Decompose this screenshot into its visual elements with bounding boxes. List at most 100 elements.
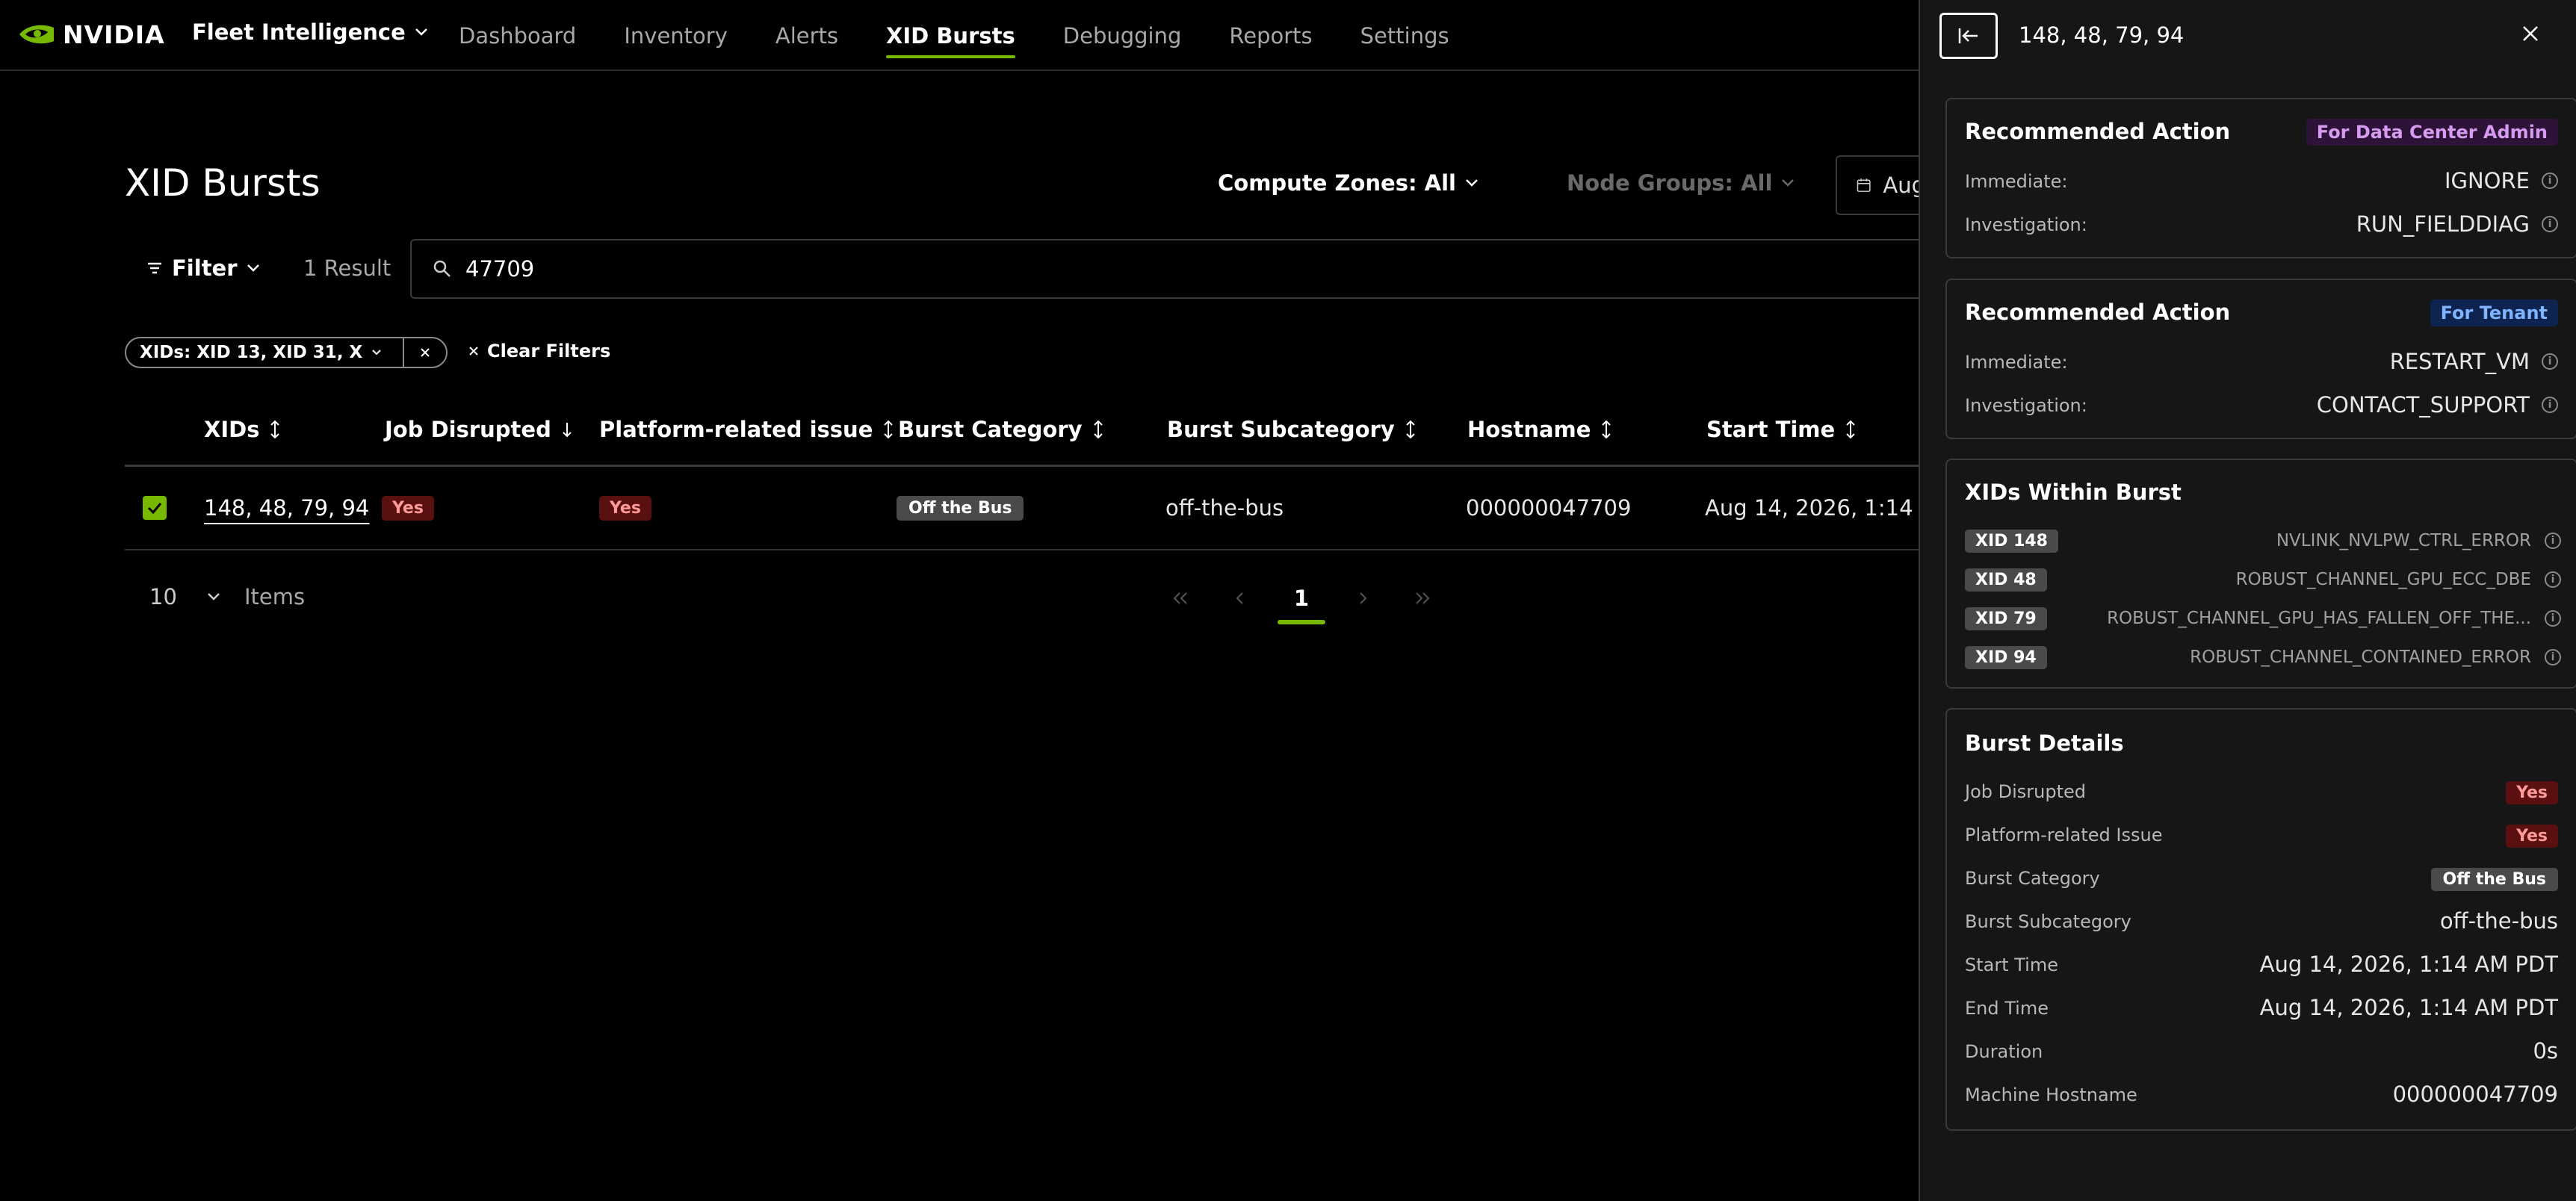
nav-settings[interactable]: Settings <box>1360 0 1449 71</box>
end-time-label: End Time <box>1965 998 2049 1019</box>
investigation-value: CONTACT_SUPPORT i <box>2317 392 2558 418</box>
xid-list-item: XID 94 ROBUST_CHANNEL_CONTAINED_ERROR i <box>1965 644 2561 671</box>
page-size-select[interactable]: 10 <box>149 584 220 609</box>
nav-alerts[interactable]: Alerts <box>775 0 838 71</box>
nav-links: Dashboard Inventory Alerts XID Bursts De… <box>459 0 1497 71</box>
col-burst-category[interactable]: Burst Category <box>898 392 1103 467</box>
info-icon[interactable]: i <box>2545 610 2561 627</box>
recommended-action-admin-card: Recommended Action For Data Center Admin… <box>1945 98 2576 258</box>
prev-page-button[interactable] <box>1210 572 1270 624</box>
platform-issue-badge: Yes <box>2506 825 2558 848</box>
investigation-label: Investigation: <box>1965 214 2087 235</box>
page-size-value: 10 <box>149 584 177 609</box>
platform-issue-badge: Yes <box>599 495 651 521</box>
close-panel-button[interactable] <box>2518 21 2543 49</box>
checkmark-icon <box>147 503 162 515</box>
next-page-button[interactable] <box>1333 572 1393 624</box>
machine-hostname-value: 000000047709 <box>2392 1081 2558 1107</box>
xid-badge: XID 94 <box>1965 645 2047 669</box>
filter-label: Filter <box>172 255 238 281</box>
info-icon[interactable]: i <box>2545 533 2561 549</box>
xid-filter-chip[interactable]: XIDs: XID 13, XID 31, XID ... <box>125 337 448 368</box>
node-groups-select[interactable]: Node Groups: All <box>1567 170 1795 196</box>
burst-details-card: Burst Details Job Disrupted Yes Platform… <box>1945 708 2576 1131</box>
col-burst-subcategory[interactable]: Burst Subcategory <box>1167 392 1416 467</box>
chevron-right-icon <box>1360 592 1367 604</box>
nav-reports[interactable]: Reports <box>1229 0 1312 71</box>
col-burst-subcategory-label: Burst Subcategory <box>1167 417 1395 442</box>
chevron-down-icon <box>247 264 259 272</box>
cell-xids[interactable]: 148, 48, 79, 94 <box>204 467 369 549</box>
xid-name: NVLINK_NVLPW_CTRL_ERROR i <box>2276 531 2561 550</box>
search-input[interactable] <box>465 256 1885 282</box>
burst-subcategory-label: Burst Subcategory <box>1965 911 2131 932</box>
immediate-label: Immediate: <box>1965 171 2068 192</box>
clear-filters-button[interactable]: Clear Filters <box>468 341 610 361</box>
collapse-panel-button[interactable] <box>1939 13 1998 59</box>
compute-zones-select[interactable]: Compute Zones: All <box>1218 170 1479 196</box>
job-disrupted-label: Job Disrupted <box>1965 781 2086 802</box>
table-row[interactable]: 148, 48, 79, 94 Yes Yes Off the Bus off-… <box>125 467 1955 550</box>
burst-detail-panel: 148, 48, 79, 94 Recommended Action For D… <box>1919 0 2576 1201</box>
chevron-left-icon <box>1236 592 1243 604</box>
search-icon <box>433 260 451 277</box>
nav-debugging[interactable]: Debugging <box>1063 0 1182 71</box>
col-hostname-label: Hostname <box>1467 417 1591 442</box>
sort-icon <box>884 420 894 439</box>
cell-start-time: Aug 14, 2026, 1:14 A... <box>1705 495 1955 521</box>
info-icon[interactable]: i <box>2542 353 2558 370</box>
row-checkbox[interactable] <box>143 467 167 549</box>
info-icon[interactable]: i <box>2545 649 2561 665</box>
xid-name: ROBUST_CHANNEL_GPU_ECC_DBE i <box>2236 570 2561 589</box>
double-chevron-left-icon <box>1173 592 1187 604</box>
node-groups-label: Node Groups: All <box>1567 170 1773 196</box>
xid-name-text: NVLINK_NVLPW_CTRL_ERROR <box>2276 531 2531 550</box>
col-xids[interactable]: XIDs <box>204 392 280 467</box>
app-switcher[interactable]: Fleet Intelligence <box>192 19 428 45</box>
info-icon[interactable]: i <box>2545 571 2561 588</box>
filter-button[interactable]: Filter <box>146 255 260 281</box>
card-title: Recommended Action <box>1965 119 2231 144</box>
sort-desc-icon <box>563 423 572 438</box>
chip-remove-button[interactable] <box>404 338 446 367</box>
burst-category-badge: Off the Bus <box>897 495 1024 521</box>
xid-list-item: XID 148 NVLINK_NVLPW_CTRL_ERROR i <box>1965 527 2561 554</box>
double-chevron-right-icon <box>1416 592 1430 604</box>
pagination: 1 <box>1151 572 1452 624</box>
nav-inventory[interactable]: Inventory <box>624 0 728 71</box>
immediate-value-text: IGNORE <box>2444 168 2530 193</box>
search-box <box>410 239 1927 299</box>
cell-burst-category: Off the Bus <box>897 467 1024 549</box>
first-page-button[interactable] <box>1151 572 1210 624</box>
info-icon[interactable]: i <box>2542 173 2558 189</box>
sort-icon <box>270 420 280 439</box>
xid-filter-chip-text: XIDs: XID 13, XID 31, XID ... <box>140 343 364 362</box>
xids-link[interactable]: 148, 48, 79, 94 <box>204 495 369 521</box>
checkbox-checked[interactable] <box>143 496 167 520</box>
col-hostname[interactable]: Hostname <box>1467 392 1611 467</box>
xid-name-text: ROBUST_CHANNEL_GPU_HAS_FALLEN_OFF_THE... <box>2107 609 2531 628</box>
col-platform-issue[interactable]: Platform-related issue <box>599 392 894 467</box>
chevron-down-icon <box>415 28 427 36</box>
nav-dashboard[interactable]: Dashboard <box>459 0 576 71</box>
date-range-picker[interactable]: Aug <box>1836 155 1925 215</box>
current-page[interactable]: 1 <box>1278 572 1325 624</box>
xid-filter-chip-label[interactable]: XIDs: XID 13, XID 31, XID ... <box>126 338 404 367</box>
end-time-value: Aug 14, 2026, 1:14 AM PDT <box>2259 995 2558 1020</box>
start-time-label: Start Time <box>1965 955 2058 975</box>
info-icon[interactable]: i <box>2542 216 2558 232</box>
immediate-value-text: RESTART_VM <box>2389 349 2530 374</box>
col-start-time-label: Start Time <box>1706 417 1836 442</box>
col-job-disrupted[interactable]: Job Disrupted <box>385 392 572 467</box>
filter-icon <box>148 262 161 274</box>
nav-xid-bursts[interactable]: XID Bursts <box>886 0 1015 71</box>
compute-zones-label: Compute Zones: All <box>1218 170 1456 196</box>
card-title: Burst Details <box>1965 730 2124 756</box>
xid-badge: XID 48 <box>1965 568 2047 592</box>
col-start-time[interactable]: Start Time <box>1706 392 1856 467</box>
close-icon <box>469 347 478 356</box>
info-icon[interactable]: i <box>2542 397 2558 413</box>
last-page-button[interactable] <box>1393 572 1452 624</box>
app-switcher-label: Fleet Intelligence <box>192 19 406 45</box>
nvidia-logo[interactable]: NVIDIA <box>18 19 165 49</box>
